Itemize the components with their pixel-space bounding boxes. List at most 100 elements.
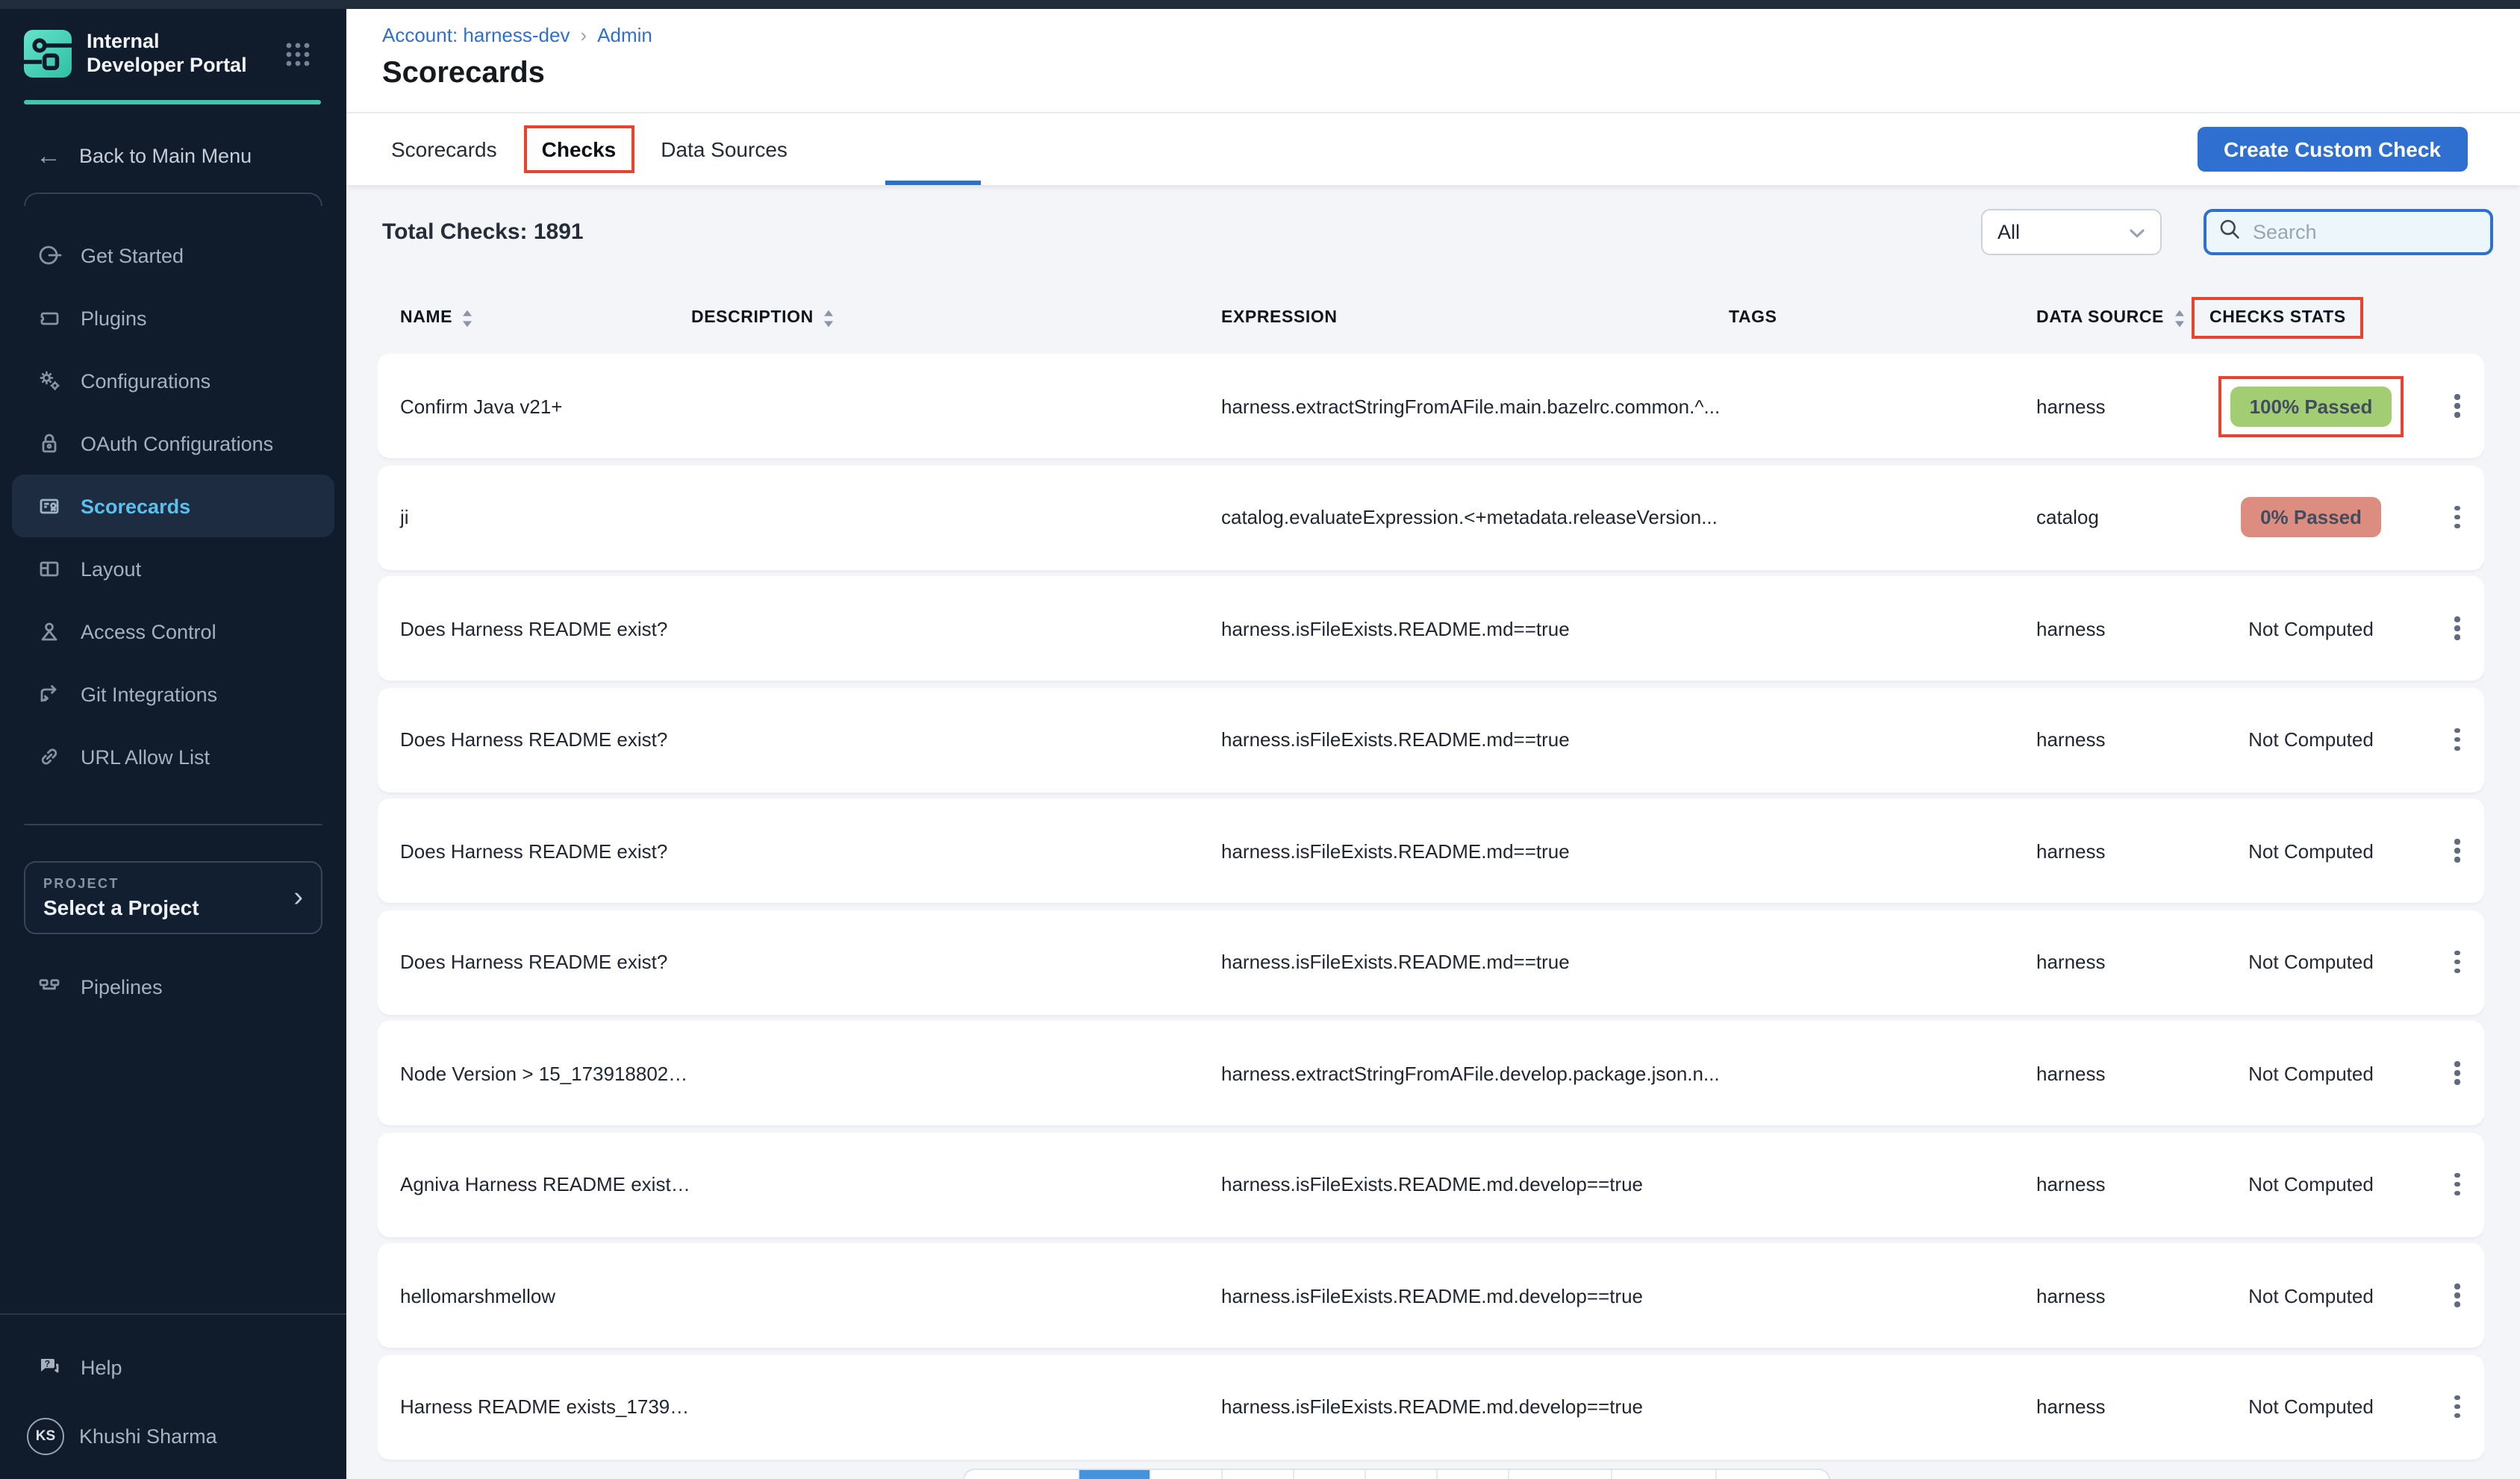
row-actions-kebab-icon[interactable]: [2446, 1275, 2469, 1317]
column-header-description[interactable]: DESCRIPTION: [691, 308, 1221, 328]
project-selector[interactable]: PROJECT Select a Project ›: [24, 861, 322, 934]
checks-stats-cell: Not Computed: [2192, 839, 2430, 862]
sidebar-item-url-allow-list[interactable]: URL Allow List: [0, 725, 346, 788]
sort-icon[interactable]: [461, 308, 473, 328]
tab-scorecards[interactable]: Scorecards: [388, 128, 500, 170]
row-actions-kebab-icon[interactable]: [2446, 1163, 2469, 1206]
row-actions-kebab-icon[interactable]: [2446, 496, 2469, 539]
checks-stats-text: Not Computed: [2248, 839, 2374, 862]
filter-dropdown[interactable]: All: [1981, 209, 2162, 255]
pagination-prev[interactable]: [964, 1470, 1079, 1479]
checks-stats-cell: Not Computed: [2192, 951, 2430, 973]
check-data-source: harness: [2036, 951, 2192, 973]
back-to-main-menu[interactable]: ← Back to Main Menu: [0, 104, 346, 169]
pagination-bar: [963, 1469, 1830, 1479]
row-actions-cell: [2430, 607, 2484, 650]
check-data-source: harness: [2036, 1395, 2192, 1418]
sidebar-item-layout[interactable]: Layout: [0, 537, 346, 600]
breadcrumb-admin-link[interactable]: Admin: [597, 24, 652, 46]
checks-stats-cell: Not Computed: [2192, 1395, 2430, 1418]
sidebar-item-label: Git Integrations: [81, 683, 217, 705]
sidebar-item-access-control[interactable]: Access Control: [0, 600, 346, 663]
create-custom-check-button[interactable]: Create Custom Check: [2197, 127, 2468, 172]
row-actions-kebab-icon[interactable]: [2446, 385, 2469, 428]
url-allow-list-icon: [36, 743, 63, 770]
breadcrumb-account-link[interactable]: Account: harness-dev: [382, 24, 570, 46]
check-name: hellomarshmellow: [378, 1284, 691, 1307]
column-header-tags: TAGS: [1729, 309, 2036, 327]
tab-data-sources[interactable]: Data Sources: [658, 128, 790, 170]
checks-stats-text: Not Computed: [2248, 951, 2374, 973]
sidebar-item-label: Scorecards: [81, 495, 190, 517]
row-actions-kebab-icon[interactable]: [2446, 719, 2469, 761]
help-item[interactable]: ? Help: [0, 1333, 346, 1401]
check-data-source: harness: [2036, 1062, 2192, 1084]
checks-table-body: Confirm Java v21+harness.extractStringFr…: [378, 354, 2484, 1459]
pagination-page[interactable]: [1438, 1470, 1509, 1479]
pagination-page[interactable]: [1294, 1470, 1366, 1479]
check-name: Confirm Java v21+: [378, 395, 691, 417]
sidebar-item-label: Get Started: [81, 244, 184, 266]
table-row: Does Harness README exist?harness.isFile…: [378, 910, 2484, 1014]
search-box: [2204, 209, 2493, 255]
pagination-next[interactable]: [1717, 1470, 1829, 1479]
row-actions-cell: [2430, 1052, 2484, 1095]
sidebar-item-git-integrations[interactable]: Git Integrations: [0, 663, 346, 725]
sidebar-divider: [24, 193, 322, 206]
row-actions-kebab-icon[interactable]: [2446, 607, 2469, 650]
sidebar-item-pipelines[interactable]: Pipelines: [0, 955, 346, 1018]
layout-icon: [36, 555, 63, 582]
checks-stats-text: Not Computed: [2248, 1062, 2374, 1084]
check-expression: harness.isFileExists.README.md==true: [1221, 617, 1729, 640]
window-top-strip: [0, 0, 2520, 9]
pagination-page-active[interactable]: [1079, 1470, 1151, 1479]
pagination-page[interactable]: [1223, 1470, 1294, 1479]
filter-dropdown-value: All: [1997, 221, 2020, 243]
annotation-box-checks-stats-header: CHECKS STATS: [2192, 297, 2364, 339]
apps-grid-icon[interactable]: [285, 42, 311, 75]
avatar: KS: [27, 1417, 64, 1454]
sidebar-item-plugins[interactable]: Plugins: [0, 287, 346, 349]
user-menu[interactable]: KS Khushi Sharma: [0, 1401, 346, 1470]
checks-stats-cell: Not Computed: [2192, 728, 2430, 751]
sidebar-item-label: Plugins: [81, 307, 147, 329]
access-control-icon: [36, 618, 63, 645]
check-expression: harness.isFileExists.README.md.develop==…: [1221, 1284, 1729, 1307]
row-actions-kebab-icon[interactable]: [2446, 1386, 2469, 1428]
row-actions-cell: [2430, 385, 2484, 428]
total-checks-label: Total Checks: 1891: [382, 219, 584, 245]
back-label: Back to Main Menu: [79, 145, 252, 167]
row-actions-cell: [2430, 1386, 2484, 1428]
search-input[interactable]: [2250, 219, 2478, 245]
pagination-page[interactable]: [1509, 1470, 1612, 1479]
row-actions-kebab-icon[interactable]: [2446, 830, 2469, 872]
checks-stats-cell: Not Computed: [2192, 617, 2430, 640]
checks-stats-text: Not Computed: [2248, 617, 2374, 640]
sidebar-item-get-started[interactable]: Get Started: [0, 224, 346, 287]
column-header-data-source[interactable]: DATA SOURCE: [2036, 308, 2192, 328]
row-actions-kebab-icon[interactable]: [2446, 941, 2469, 984]
checks-stats-badge: 0% Passed: [2241, 497, 2381, 537]
app-title: Internal Developer Portal: [87, 30, 254, 78]
pagination-page[interactable]: [1366, 1470, 1438, 1479]
check-name: Does Harness README exist?: [378, 617, 691, 640]
check-data-source: harness: [2036, 617, 2192, 640]
sort-icon[interactable]: [2173, 308, 2185, 328]
sidebar-item-scorecards[interactable]: Scorecards: [12, 475, 334, 537]
check-data-source: harness: [2036, 839, 2192, 862]
check-name: Does Harness README exist?: [378, 951, 691, 973]
page-title: Scorecards: [382, 57, 2493, 91]
sidebar-item-oauth-configurations[interactable]: OAuth Configurations: [0, 412, 346, 475]
sort-icon[interactable]: [823, 308, 835, 328]
tab-checks[interactable]: Checks: [527, 128, 631, 170]
table-row: Node Version > 15_1739188021...harness.e…: [378, 1021, 2484, 1125]
pagination-page[interactable]: [1612, 1470, 1717, 1479]
row-actions-kebab-icon[interactable]: [2446, 1052, 2469, 1095]
checks-stats-cell: Not Computed: [2192, 1062, 2430, 1084]
column-header-name[interactable]: NAME: [378, 308, 691, 328]
checks-stats-cell: Not Computed: [2192, 1173, 2430, 1195]
table-row: hellomarshmellow harness.isFileExists.REA…: [378, 1243, 2484, 1348]
filter-toolbar: Total Checks: 1891 All: [382, 209, 2493, 255]
sidebar-item-configurations[interactable]: Configurations: [0, 349, 346, 412]
pagination-page[interactable]: [1151, 1470, 1223, 1479]
